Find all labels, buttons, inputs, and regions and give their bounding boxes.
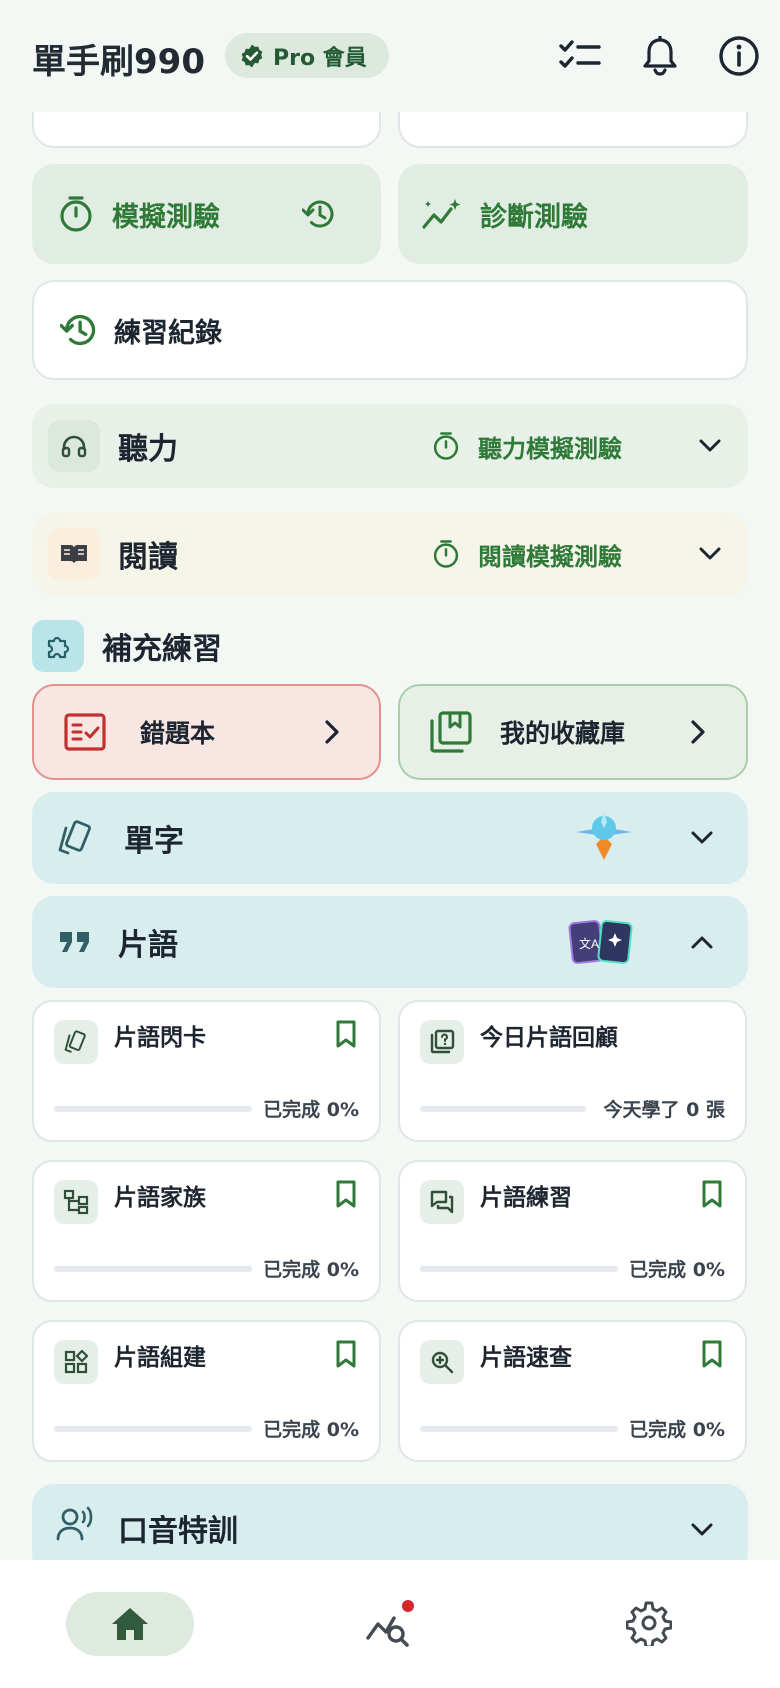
progress-bar xyxy=(420,1106,586,1112)
nav-home[interactable] xyxy=(66,1592,194,1656)
phrase-family-tile[interactable]: 片語家族 已完成 0% xyxy=(32,1160,381,1302)
tile-title: 片語速查 xyxy=(480,1345,572,1371)
tile-title: 片語組建 xyxy=(114,1345,206,1371)
accent-label: 口音特訓 xyxy=(118,1514,238,1549)
practice-history-card[interactable]: 練習紀錄 xyxy=(32,280,748,380)
chevron-right-icon xyxy=(691,720,705,744)
vocab-section[interactable]: 單字 xyxy=(32,792,748,884)
bookmark-icon[interactable] xyxy=(335,1020,357,1048)
hierarchy-icon xyxy=(54,1180,98,1224)
bookmark-icon[interactable] xyxy=(335,1340,357,1368)
history-icon xyxy=(60,314,96,346)
tile-title: 片語家族 xyxy=(114,1185,206,1211)
progress-text: 已完成 0% xyxy=(263,1419,359,1441)
progress-text: 已完成 0% xyxy=(263,1099,359,1121)
nav-analytics[interactable] xyxy=(366,1600,414,1652)
progress-bar xyxy=(420,1266,618,1272)
progress-bar xyxy=(420,1426,618,1432)
wrong-book-label: 錯題本 xyxy=(140,719,216,748)
progress-bar xyxy=(54,1426,252,1432)
pro-badge[interactable]: Pro 會員 xyxy=(225,33,389,78)
vocab-label: 單字 xyxy=(124,824,184,859)
bookmark-icon[interactable] xyxy=(701,1180,723,1208)
favorites-label: 我的收藏庫 xyxy=(500,719,626,748)
reading-mock-test-link[interactable]: 閱讀模擬測驗 xyxy=(432,537,622,572)
settings-icon xyxy=(625,1601,673,1649)
trend-sparkle-icon xyxy=(422,199,461,229)
progress-text: 已完成 0% xyxy=(629,1259,725,1281)
analytics-icon xyxy=(366,1600,414,1647)
progress-text: 已完成 0% xyxy=(629,1419,725,1441)
zoom-in-icon xyxy=(420,1340,464,1384)
checklist-card-icon xyxy=(64,713,106,751)
diagnostic-test-label: 診斷測驗 xyxy=(480,201,588,233)
voice-person-icon xyxy=(56,1506,93,1541)
chevron-down-icon[interactable] xyxy=(698,546,722,562)
svg-text:文A: 文A xyxy=(579,936,599,951)
mock-test-card[interactable]: 模擬測驗 xyxy=(32,164,381,264)
phrase-practice-tile[interactable]: 片語練習 已完成 0% xyxy=(398,1160,747,1302)
stopwatch-icon xyxy=(433,432,459,460)
chevron-right-icon xyxy=(325,720,339,744)
phrase-daily-review-tile[interactable]: 今日片語回顧 今天學了 0 張 xyxy=(398,1000,747,1142)
info-icon[interactable] xyxy=(717,34,761,78)
tile-title: 今日片語回顧 xyxy=(480,1025,618,1051)
rocket-illustration-icon xyxy=(576,812,632,860)
stopwatch-icon xyxy=(433,540,459,568)
progress-text: 已完成 0% xyxy=(263,1259,359,1281)
bottom-nav xyxy=(0,1560,780,1688)
phrase-lookup-tile[interactable]: 片語速查 已完成 0% xyxy=(398,1320,747,1462)
supplementary-header: 補充練習 xyxy=(32,620,222,672)
pro-badge-label: Pro 會員 xyxy=(273,45,367,71)
reading-section[interactable]: 閱讀 閱讀模擬測驗 xyxy=(32,512,748,596)
app-title: 單手刷990 xyxy=(32,42,205,82)
progress-bar xyxy=(54,1106,252,1112)
quote-icon xyxy=(60,932,89,952)
listening-mock-test-link[interactable]: 聽力模擬測驗 xyxy=(432,429,622,464)
wrong-book-card[interactable]: 錯題本 xyxy=(32,684,381,780)
widgets-icon xyxy=(54,1340,98,1384)
reading-label: 閱讀 xyxy=(118,540,178,575)
supplementary-title: 補充練習 xyxy=(102,632,222,667)
chevron-down-icon[interactable] xyxy=(698,438,722,454)
diagnostic-test-card[interactable]: 診斷測驗 xyxy=(398,164,748,264)
nav-settings[interactable] xyxy=(625,1600,673,1650)
top-bar: 單手刷990 Pro 會員 xyxy=(0,0,780,112)
mock-test-label: 模擬測驗 xyxy=(112,201,220,233)
tile-title: 片語閃卡 xyxy=(114,1025,206,1051)
puzzle-icon xyxy=(32,620,84,672)
chat-icon xyxy=(420,1180,464,1224)
headphones-icon xyxy=(48,420,100,472)
flashcards-icon xyxy=(58,820,91,855)
chevron-up-icon[interactable] xyxy=(690,934,714,950)
bookmark-icon[interactable] xyxy=(335,1180,357,1208)
practice-history-label: 練習紀錄 xyxy=(114,317,222,349)
translate-cards-icon: 文A xyxy=(568,920,633,964)
progress-text: 今天學了 0 張 xyxy=(603,1099,725,1121)
listening-mock-test-label: 聽力模擬測驗 xyxy=(478,434,622,463)
chevron-down-icon[interactable] xyxy=(690,1522,714,1538)
reading-mock-test-label: 閱讀模擬測驗 xyxy=(478,542,622,571)
progress-bar xyxy=(54,1266,252,1272)
favorites-card[interactable]: 我的收藏庫 xyxy=(398,684,748,780)
phrase-builder-tile[interactable]: 片語組建 已完成 0% xyxy=(32,1320,381,1462)
book-icon xyxy=(48,528,100,580)
phrases-section[interactable]: 片語 文A xyxy=(32,896,748,988)
history-icon[interactable] xyxy=(302,198,336,230)
phrases-label: 片語 xyxy=(118,928,178,963)
stopwatch-icon xyxy=(60,196,92,232)
checklist-icon[interactable] xyxy=(558,34,602,78)
flashcards-icon xyxy=(54,1020,98,1064)
bookmark-stack-icon xyxy=(430,711,472,753)
bell-icon[interactable] xyxy=(638,34,682,78)
tile-title: 片語練習 xyxy=(480,1185,572,1211)
question-cards-icon xyxy=(420,1020,464,1064)
verified-icon xyxy=(241,44,263,67)
phrase-flashcards-tile[interactable]: 片語閃卡 已完成 0% xyxy=(32,1000,381,1142)
bookmark-icon[interactable] xyxy=(701,1340,723,1368)
chevron-down-icon[interactable] xyxy=(690,830,714,846)
listening-label: 聽力 xyxy=(118,432,178,467)
home-icon xyxy=(112,1608,148,1640)
listening-section[interactable]: 聽力 聽力模擬測驗 xyxy=(32,404,748,488)
